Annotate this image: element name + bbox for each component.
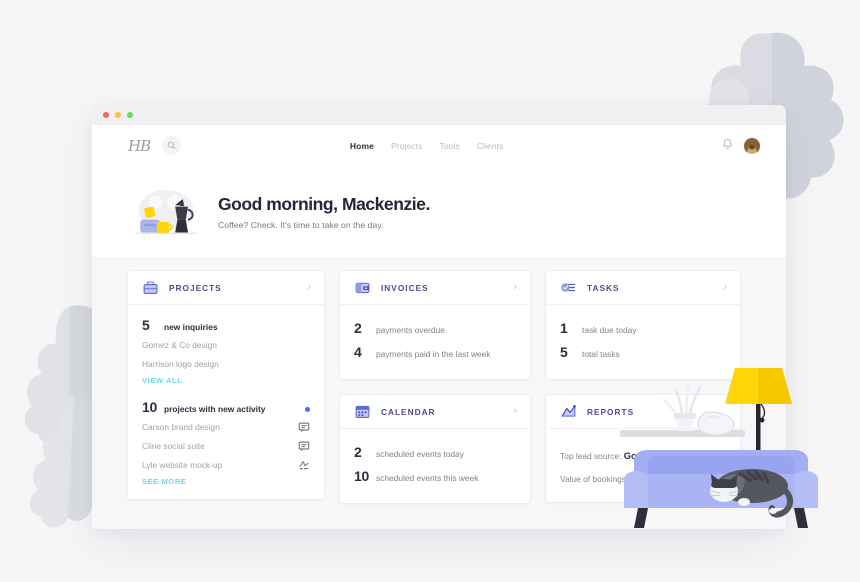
nav-item-clients[interactable]: Clients [477, 141, 504, 151]
chevron-right-icon[interactable]: › [723, 282, 727, 293]
window-maximize-dot[interactable] [127, 112, 133, 118]
card-tasks-title: TASKS [587, 282, 620, 293]
nav-right-actions [722, 137, 760, 155]
projects-inquiries-count: 5 [142, 317, 150, 333]
card-projects-header[interactable]: PROJECTS › [128, 271, 324, 305]
dashboard-column-1: PROJECTS › 5 new inquiries Gomez & Co de… [128, 271, 324, 499]
card-tasks-header[interactable]: TASKS › [546, 271, 740, 305]
nav-item-home[interactable]: Home [350, 141, 374, 151]
coffee-illustration [135, 189, 197, 234]
view-all-link[interactable]: VIEW ALL [142, 376, 310, 385]
project-name: Cline social suite [142, 440, 205, 451]
user-avatar[interactable] [744, 137, 760, 154]
calendar-stat-week: 10 scheduled events this week [354, 468, 516, 484]
window-close-dot[interactable] [103, 112, 109, 118]
project-name: Gomez & Co design [142, 339, 217, 350]
projects-activity-label: projects with new activity [164, 404, 266, 414]
project-name: Carson brand design [142, 421, 220, 432]
card-invoices-title: INVOICES [381, 282, 429, 293]
nav-item-projects[interactable]: Projects [391, 141, 423, 151]
signature-icon [299, 460, 309, 469]
new-activity-dot-icon [305, 407, 310, 412]
briefcase-icon [143, 281, 158, 295]
nav-item-tools[interactable]: Tools [439, 141, 459, 151]
hero-text: Good morning, Mackenzie. Coffee? Check. … [218, 194, 430, 230]
list-item[interactable]: Carson brand design [142, 417, 310, 436]
list-item[interactable]: Lyle website mock-up [142, 455, 310, 474]
navbar: HB Home Projects Tools Clients [92, 125, 786, 167]
invoices-stat-paid: 4 payments paid in the last week [354, 344, 516, 360]
tasks-total-count: 5 [560, 344, 568, 360]
list-item[interactable]: Cline social suite [142, 436, 310, 455]
bell-icon[interactable] [722, 137, 733, 155]
invoices-paid-count: 4 [354, 344, 362, 360]
comment-icon [298, 441, 310, 451]
calendar-week-label: scheduled events this week [376, 473, 479, 483]
calendar-week-count: 10 [354, 468, 369, 484]
card-projects-title: PROJECTS [169, 282, 222, 293]
card-calendar-header[interactable]: CALENDAR › [340, 395, 530, 429]
invoices-overdue-label: payments overdue [376, 325, 445, 335]
search-icon[interactable] [162, 136, 182, 155]
invoices-overdue-count: 2 [354, 320, 362, 336]
wallet-icon [355, 282, 370, 294]
calendar-today-count: 2 [354, 444, 362, 460]
screenshot-stage: HB Home Projects Tools Clients Good morn… [0, 0, 860, 582]
chevron-right-icon[interactable]: › [307, 282, 311, 293]
invoices-stat-overdue: 2 payments overdue [354, 320, 516, 336]
card-invoices[interactable]: INVOICES › 2 payments overdue 4 payments… [340, 271, 530, 379]
hero-greeting: Good morning, Mackenzie. Coffee? Check. … [92, 167, 786, 257]
calendar-stat-today: 2 scheduled events today [354, 444, 516, 460]
tasks-total-label: total tasks [582, 349, 620, 359]
chevron-right-icon[interactable]: › [513, 406, 517, 417]
chart-icon [561, 405, 576, 417]
card-calendar[interactable]: CALENDAR › 2 scheduled events today 10 s… [340, 395, 530, 503]
chevron-right-icon[interactable]: › [513, 282, 517, 293]
calendar-icon [355, 405, 370, 419]
card-calendar-title: CALENDAR [381, 406, 436, 417]
checklist-icon [561, 283, 576, 292]
projects-activity-count: 10 [142, 399, 157, 415]
tasks-due-today-label: task due today [582, 325, 637, 335]
tasks-stat-due-today: 1 task due today [560, 320, 726, 336]
card-invoices-header[interactable]: INVOICES › [340, 271, 530, 305]
hero-subtitle: Coffee? Check. It's time to take on the … [218, 220, 384, 230]
project-name: Harrison logo design [142, 358, 219, 369]
dashboard-column-2: INVOICES › 2 payments overdue 4 payments… [340, 271, 530, 503]
card-projects-body: 5 new inquiries Gomez & Co design Harris… [128, 305, 324, 499]
see-more-link[interactable]: SEE MORE [142, 477, 310, 486]
card-projects[interactable]: PROJECTS › 5 new inquiries Gomez & Co de… [128, 271, 324, 499]
page-title: Good morning, Mackenzie. [218, 194, 430, 214]
avatar-hair [744, 137, 760, 154]
window-minimize-dot[interactable] [115, 112, 121, 118]
projects-stat-activity: 10 projects with new activity [142, 399, 310, 415]
projects-inquiries-label: new inquiries [164, 322, 218, 332]
invoices-paid-label: payments paid in the last week [376, 349, 491, 359]
app-logo[interactable]: HB [128, 137, 151, 155]
list-item[interactable]: Harrison logo design [142, 354, 310, 373]
card-invoices-body: 2 payments overdue 4 payments paid in th… [340, 305, 530, 379]
nav-links: Home Projects Tools Clients [350, 141, 504, 151]
comment-icon [298, 422, 310, 432]
sofa-cat-lamp-illustration [620, 368, 818, 528]
window-titlebar [92, 105, 786, 125]
calendar-today-label: scheduled events today [376, 449, 464, 459]
list-item[interactable]: Gomez & Co design [142, 335, 310, 354]
tasks-due-today-count: 1 [560, 320, 568, 336]
projects-stat-inquiries: 5 new inquiries [142, 317, 310, 333]
project-name: Lyle website mock-up [142, 459, 223, 470]
card-calendar-body: 2 scheduled events today 10 scheduled ev… [340, 429, 530, 503]
tasks-stat-total: 5 total tasks [560, 344, 726, 360]
